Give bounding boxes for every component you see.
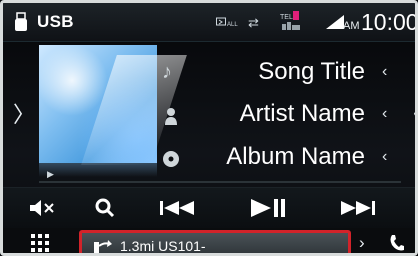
music-note-icon: ♪: [162, 61, 172, 83]
mute-button[interactable]: [27, 194, 57, 222]
album-scroll-chevron[interactable]: ‹: [382, 148, 387, 166]
right-panel-arrow[interactable]: 〈: [401, 97, 415, 129]
phone-status-icon: TEL: [280, 11, 300, 30]
chevron-right-icon[interactable]: ›: [359, 233, 365, 253]
next-track-button[interactable]: [335, 194, 379, 222]
ampm-indicator: AM: [343, 20, 360, 32]
menu-grid-button[interactable]: [31, 234, 49, 252]
status-bar: USB ALL ⇄ TEL AM 10:00: [3, 3, 415, 42]
left-panel-arrow[interactable]: 〉: [13, 97, 35, 129]
album-artwork[interactable]: [39, 45, 187, 165]
artist-scroll-chevron[interactable]: ‹: [382, 105, 387, 123]
svg-text:ALL: ALL: [227, 22, 238, 27]
clock: 10:00: [361, 9, 418, 35]
phone-button[interactable]: [389, 234, 405, 252]
artwork-reflection: [39, 163, 157, 177]
source-label: USB: [37, 12, 74, 31]
progress-track[interactable]: [39, 181, 401, 183]
previous-track-button[interactable]: [156, 194, 200, 222]
bottom-bar: 1.3mi US101- ›: [3, 228, 415, 254]
song-title: Song Title: [258, 58, 365, 85]
svg-text:TEL: TEL: [280, 14, 293, 21]
album-name: Album Name: [226, 143, 365, 170]
playback-position-marker[interactable]: ▶: [47, 169, 54, 180]
play-pause-button[interactable]: [243, 194, 291, 222]
playback-controls: [3, 187, 415, 229]
usb-icon: [15, 12, 27, 31]
navigation-info-widget[interactable]: 1.3mi US101-: [79, 230, 351, 254]
artist-icon: [165, 108, 177, 125]
search-button[interactable]: [91, 194, 119, 222]
media-screen: USB ALL ⇄ TEL AM 10:00 〉 ♪ Song Title Ar…: [0, 0, 418, 256]
album-disc-icon: [163, 151, 179, 167]
title-scroll-chevron[interactable]: ‹: [382, 63, 387, 81]
navigation-distance-road: 1.3mi US101-: [120, 238, 206, 254]
bluetooth-audio-icon: ALL: [216, 17, 238, 27]
artist-name: Artist Name: [239, 100, 365, 127]
shuffle-icon: ⇄: [248, 15, 259, 30]
turn-direction-icon: [94, 240, 112, 253]
